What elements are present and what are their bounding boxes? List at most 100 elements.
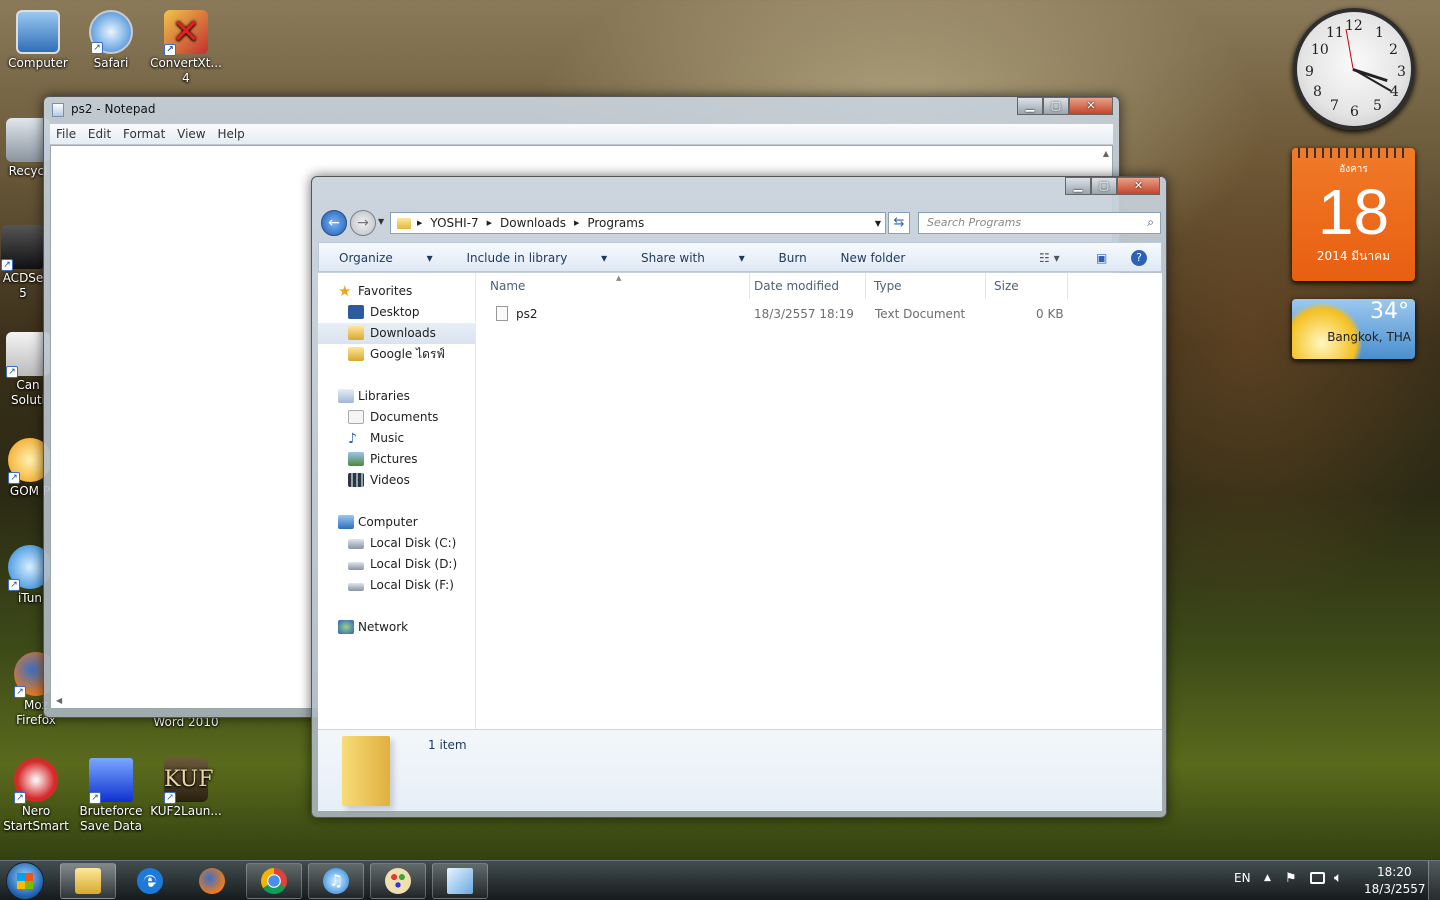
menu-file[interactable]: File	[56, 127, 76, 141]
itunes-icon: ♫	[323, 868, 349, 894]
notepad-scroll-left-icon[interactable]: ◀	[56, 696, 62, 705]
start-button[interactable]	[6, 862, 44, 900]
downloads-folder-icon	[348, 326, 364, 340]
safari-icon: ↗	[89, 10, 133, 54]
clock-number: 3	[1397, 64, 1406, 80]
taskbar-paint[interactable]	[370, 863, 426, 899]
taskbar-firefox[interactable]	[184, 863, 240, 899]
breadcrumb-arrow-icon[interactable]: ▶	[574, 219, 579, 227]
nav-local-disk-c[interactable]: Local Disk (C:)	[318, 533, 475, 554]
nav-documents[interactable]: Documents	[318, 407, 475, 428]
recent-pages-icon[interactable]: ▼	[378, 217, 384, 226]
nav-favorites[interactable]: ★ Favorites	[318, 281, 475, 302]
nav-local-disk-f[interactable]: Local Disk (F:)	[318, 575, 475, 596]
taskbar-chrome[interactable]	[246, 863, 302, 899]
show-hidden-icons-icon[interactable]: ▲	[1264, 873, 1271, 883]
breadcrumb-arrow-icon[interactable]: ▶	[417, 219, 422, 227]
menu-help[interactable]: Help	[217, 127, 244, 141]
view-options-icon[interactable]: ☷ ▾	[1039, 243, 1060, 273]
notepad-maximize-button[interactable]: ▢	[1043, 97, 1069, 115]
clock-number: 11	[1326, 25, 1344, 41]
tray-date[interactable]: 18/3/2557	[1364, 882, 1426, 896]
breadcrumb-yoshi[interactable]: YOSHI-7	[430, 216, 478, 230]
address-bar[interactable]: ▶ YOSHI-7 ▶ Downloads ▶ Programs ▼	[390, 212, 886, 234]
taskbar-ie[interactable]: e	[122, 863, 178, 899]
desktop-icon-safari[interactable]: ↗ Safari	[73, 10, 149, 71]
desktop-icon-convertxt[interactable]: ✕ ↗ ConvertXt... 4	[148, 10, 224, 86]
column-header-type[interactable]: Type	[868, 273, 986, 299]
address-dropdown-icon[interactable]: ▼	[875, 219, 885, 228]
notepad-scroll-up-icon[interactable]: ▲	[1103, 149, 1109, 158]
notepad-minimize-button[interactable]: ▁	[1017, 97, 1043, 115]
desktop-icon-computer[interactable]: Computer	[0, 10, 76, 71]
kuf2-icon: KUF ↗	[164, 758, 213, 804]
taskbar-itunes[interactable]: ♫	[308, 863, 364, 899]
menu-format[interactable]: Format	[123, 127, 165, 141]
column-header-date[interactable]: Date modified	[748, 273, 866, 299]
convertx-icon: ✕ ↗	[164, 10, 208, 56]
nav-google-drive[interactable]: Google ไดรฟ์	[318, 344, 475, 365]
weather-gadget: 34° Bangkok, THA	[1292, 299, 1415, 359]
nav-computer[interactable]: Computer	[318, 512, 475, 533]
windows-logo-icon	[17, 873, 33, 889]
nav-local-disk-d[interactable]: Local Disk (D:)	[318, 554, 475, 575]
breadcrumb-arrow-icon[interactable]: ▶	[487, 219, 492, 227]
nav-pictures[interactable]: Pictures	[318, 449, 475, 470]
help-icon[interactable]: ?	[1131, 250, 1147, 266]
file-row[interactable]: ps2 18/3/2557 18:19 Text Document 0 KB	[484, 303, 1074, 325]
tray-time[interactable]: 18:20	[1377, 865, 1412, 879]
explorer-minimize-button[interactable]: ▁	[1065, 177, 1091, 195]
firefox-icon	[199, 868, 225, 894]
file-list[interactable]: Name ▲ Date modified Type Size ps2 18/3/…	[476, 273, 1162, 729]
taskbar-explorer[interactable]	[60, 863, 116, 899]
text-document-icon	[496, 306, 508, 321]
command-bar: Organize ▾ Include in library ▾ Share wi…	[318, 242, 1162, 272]
nav-downloads[interactable]: Downloads	[318, 323, 475, 344]
desktop-icon-kuf2[interactable]: KUF ↗ KUF2Laun...	[148, 758, 224, 819]
clock-number: 2	[1389, 42, 1398, 58]
search-icon[interactable]: ⌕	[1147, 215, 1154, 230]
volume-icon[interactable]: 🔈︎	[1334, 870, 1342, 886]
back-button[interactable]: ←	[321, 210, 347, 236]
clock-number: 9	[1305, 64, 1314, 80]
burn-button[interactable]: Burn	[779, 251, 807, 265]
taskbar: e ♫ EN ▲ ⚑ 🔈︎ 18:20 18/3/2557	[0, 860, 1440, 900]
nav-videos[interactable]: Videos	[318, 470, 475, 491]
forward-button[interactable]: →	[350, 210, 376, 236]
new-folder-button[interactable]: New folder	[841, 251, 906, 265]
menu-view[interactable]: View	[177, 127, 205, 141]
nav-libraries[interactable]: Libraries	[318, 386, 475, 407]
file-date: 18/3/2557 18:19	[754, 307, 854, 321]
share-with-button[interactable]: Share with ▾	[641, 251, 745, 265]
explorer-maximize-button[interactable]: ▢	[1091, 177, 1117, 195]
nav-desktop[interactable]: Desktop	[318, 302, 475, 323]
nav-music[interactable]: ♪ Music	[318, 428, 475, 449]
explorer-close-button[interactable]: ✕	[1117, 177, 1160, 195]
clock-second-hand	[1345, 29, 1354, 69]
explorer-window[interactable]: ▁ ▢ ✕ ← → ▼ ▶ YOSHI-7 ▶ Downloads ▶ Prog…	[311, 176, 1167, 818]
include-in-library-button[interactable]: Include in library ▾	[466, 251, 607, 265]
notepad-close-button[interactable]: ✕	[1069, 97, 1113, 115]
file-size: 0 KB	[1036, 307, 1064, 321]
drive-icon	[348, 583, 364, 591]
language-indicator[interactable]: EN	[1234, 871, 1251, 885]
item-count: 1 item	[428, 738, 467, 752]
search-placeholder: Search Programs	[927, 216, 1022, 229]
column-header-size[interactable]: Size	[988, 273, 1068, 299]
nav-network[interactable]: Network	[318, 617, 475, 638]
breadcrumb-downloads[interactable]: Downloads	[500, 216, 566, 230]
menu-edit[interactable]: Edit	[88, 127, 111, 141]
search-box[interactable]: Search Programs ⌕	[918, 212, 1161, 234]
preview-pane-icon[interactable]: ▣	[1096, 243, 1107, 273]
organize-button[interactable]: Organize ▾	[339, 251, 433, 265]
show-desktop-button[interactable]	[1428, 861, 1440, 900]
taskbar-notepad[interactable]	[432, 863, 488, 899]
refresh-button[interactable]: ⇆	[888, 212, 910, 234]
breadcrumb-programs[interactable]: Programs	[587, 216, 644, 230]
clock-number: 12	[1345, 18, 1363, 34]
network-tray-icon[interactable]	[1310, 872, 1325, 884]
desktop-icon-bruteforce[interactable]: ↗ Bruteforce Save Data	[73, 758, 149, 834]
action-center-flag-icon[interactable]: ⚑	[1285, 871, 1297, 886]
calendar-rings	[1298, 148, 1409, 158]
desktop-icon-nero[interactable]: ↗ Nero StartSmart	[0, 758, 74, 834]
